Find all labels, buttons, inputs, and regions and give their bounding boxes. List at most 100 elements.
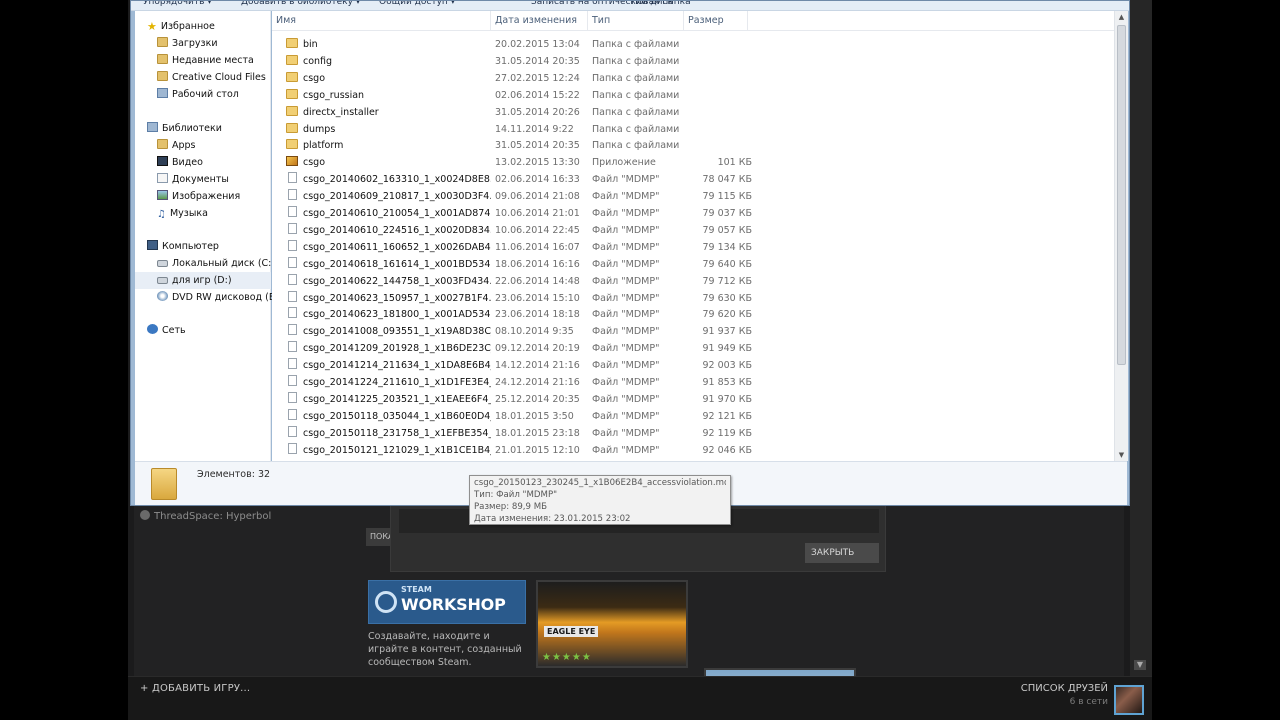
toolbar-item[interactable]: Упорядочить ▾ xyxy=(143,1,212,7)
file-row[interactable]: csgo_20140623_150957_1_x0027B1F4.md... 23… xyxy=(272,290,1114,307)
workshop-tile[interactable]: STEAM WORKSHOP Создавайте, находите и иг… xyxy=(368,580,526,672)
file-row[interactable]: csgo_20141224_211610_1_x1D1FE3E4_acc... 2… xyxy=(272,374,1114,391)
nav-item[interactable]: Видео xyxy=(135,154,203,171)
column-header-size[interactable]: Размер xyxy=(684,11,748,31)
game-list-item[interactable]: ThreadSpace: Hyperbol xyxy=(140,510,271,522)
file-type-cell: Папка с файлами xyxy=(592,123,680,135)
nav-item-label: Недавние места xyxy=(172,55,254,66)
scrollbar-thumb[interactable] xyxy=(1117,25,1126,365)
toolbar-item[interactable]: Общий доступ ▾ xyxy=(379,1,455,7)
close-button[interactable]: ЗАКРЫТЬ xyxy=(805,543,879,563)
scroll-down-icon[interactable]: ▼ xyxy=(1134,660,1146,670)
file-tooltip: csgo_20150123_230245_1_x1B06E2B4_accessv… xyxy=(469,475,731,525)
nav-item[interactable]: Компьютер xyxy=(135,238,219,255)
file-icon xyxy=(288,172,297,184)
avatar[interactable] xyxy=(1114,685,1144,715)
computer-icon xyxy=(147,240,158,250)
file-row[interactable]: csgo_20140611_160652_1_x0026DAB4.md... 11… xyxy=(272,239,1114,256)
file-row[interactable]: csgo_20140623_181800_1_x001AD534.md... 23… xyxy=(272,306,1114,323)
file-type-cell: Папка с файлами xyxy=(592,55,680,67)
file-row[interactable]: csgo 27.02.2015 12:24 Папка с файлами xyxy=(272,70,1114,87)
workshop-banner[interactable]: STEAM WORKSHOP xyxy=(368,580,526,624)
file-type-cell: Файл "MDMP" xyxy=(592,427,660,439)
scroll-down-icon[interactable]: ▼ xyxy=(1115,449,1128,461)
file-row[interactable]: csgo_20141225_203521_1_x1EAEE6F4_acc... 2… xyxy=(272,391,1114,408)
file-row[interactable]: csgo_20141214_211634_1_x1DA8E6B4_acc... 1… xyxy=(272,357,1114,374)
file-row[interactable]: csgo_20140609_210817_1_x0030D3F4.md... 09… xyxy=(272,188,1114,205)
file-size-cell: 91 949 КБ xyxy=(702,343,752,355)
file-name-cell: csgo_20141214_211634_1_x1DA8E6B4_acc... xyxy=(286,357,491,374)
file-name-cell: csgo_20150118_035044_1_x1B60E0D4_acc... xyxy=(286,408,491,425)
file-row[interactable]: bin 20.02.2015 13:04 Папка с файлами xyxy=(272,36,1114,53)
nav-item[interactable]: Документы xyxy=(135,171,229,188)
nav-item[interactable]: Локальный диск (C:) xyxy=(135,255,275,272)
folder-icon xyxy=(286,38,298,48)
file-date-cell: 31.05.2014 20:35 xyxy=(495,55,580,67)
workshop-steam-word: STEAM xyxy=(401,585,432,594)
file-date-cell: 21.01.2015 12:10 xyxy=(495,444,580,456)
scroll-up-icon[interactable]: ▲ xyxy=(1115,11,1128,23)
file-type-cell: Файл "MDMP" xyxy=(592,191,660,203)
file-name-cell: csgo xyxy=(286,70,491,87)
column-header-type[interactable]: Тип xyxy=(588,11,684,31)
nav-item-label: Документы xyxy=(172,174,229,185)
nav-item[interactable]: для игр (D:) xyxy=(135,272,271,289)
file-name: csgo_russian xyxy=(303,89,365,101)
file-row[interactable]: dumps 14.11.2014 9:22 Папка с файлами xyxy=(272,121,1114,138)
file-type-cell: Папка с файлами xyxy=(592,72,680,84)
file-name: csgo_20141214_211634_1_x1DA8E6B4_acc... xyxy=(303,360,491,372)
file-row[interactable]: csgo_20150118_035044_1_x1B60E0D4_acc... 1… xyxy=(272,408,1114,425)
toolbar-item[interactable]: Добавить в библиотеку ▾ xyxy=(241,1,360,7)
nav-item-label: Библиотеки xyxy=(162,123,222,134)
file-row[interactable]: csgo_20140610_224516_1_x0020D834.md... 10… xyxy=(272,222,1114,239)
file-name: csgo_20141008_093551_1_x19A8D38C_acc... xyxy=(303,326,491,338)
file-type-cell: Файл "MDMP" xyxy=(592,410,660,422)
file-row[interactable]: csgo_20140622_144758_1_x003FD434.md... 22… xyxy=(272,273,1114,290)
file-size-cell: 79 134 КБ xyxy=(702,241,752,253)
friends-list-button[interactable]: СПИСОК ДРУЗЕЙ xyxy=(1021,683,1108,694)
nav-item[interactable]: Сеть xyxy=(135,322,186,339)
nav-item-label: Apps xyxy=(172,140,196,151)
column-header-date[interactable]: Дата изменения xyxy=(491,11,588,31)
file-row[interactable]: csgo_20140602_163310_1_x0024D8E8.md... 02… xyxy=(272,171,1114,188)
file-date-cell: 09.06.2014 21:08 xyxy=(495,191,580,203)
nav-item[interactable]: Изображения xyxy=(135,188,240,205)
file-row[interactable]: config 31.05.2014 20:35 Папка с файлами xyxy=(272,53,1114,70)
file-row[interactable]: directx_installer 31.05.2014 20:26 Папка с… xyxy=(272,104,1114,121)
file-date-cell: 31.05.2014 20:35 xyxy=(495,140,580,152)
file-row[interactable]: csgo_russian 02.06.2014 15:22 Папка с файл… xyxy=(272,87,1114,104)
file-date-cell: 22.06.2014 14:48 xyxy=(495,275,580,287)
steam-scrollbar[interactable]: ▼ xyxy=(1130,0,1152,676)
workshop-item-thumbnail[interactable]: EAGLE EYE ★★★★★ xyxy=(536,580,688,668)
column-header-name[interactable]: Имя xyxy=(272,11,491,31)
file-icon xyxy=(288,425,297,437)
nav-item-label: Локальный диск (C:) xyxy=(172,258,276,269)
file-type-cell: Файл "MDMP" xyxy=(592,258,660,270)
tooltip-type: Тип: Файл "MDMP" xyxy=(474,490,558,500)
file-name: dumps xyxy=(303,123,336,135)
file-row[interactable]: csgo 13.02.2015 13:30 Приложение 101 КБ xyxy=(272,154,1114,171)
nav-item[interactable]: DVD RW дисковод (E:) xyxy=(135,289,282,306)
nav-item[interactable]: Рабочий стол xyxy=(135,86,239,103)
file-name: csgo_20141224_211610_1_x1D1FE3E4_acc... xyxy=(303,377,491,388)
file-row[interactable]: csgo_20150121_121029_1_x1B1CE1B4_acc... 2… xyxy=(272,442,1114,459)
nav-item[interactable]: Недавние места xyxy=(135,52,254,69)
file-row[interactable]: csgo_20140610_210054_1_x001AD874.md... 10… xyxy=(272,205,1114,222)
file-row[interactable]: csgo_20150118_231758_1_x1EFBE354_acc... 1… xyxy=(272,425,1114,442)
column-header-row: Имя Дата изменения Тип Размер xyxy=(272,11,1114,31)
nav-item[interactable]: Загрузки xyxy=(135,35,218,52)
add-game-button[interactable]: + ДОБАВИТЬ ИГРУ... xyxy=(140,683,250,694)
folder-icon xyxy=(157,71,168,81)
file-row[interactable]: platform 31.05.2014 20:35 Папка с файлами xyxy=(272,137,1114,154)
toolbar-item[interactable]: Новая папка xyxy=(631,1,691,7)
file-name: csgo_20140623_150957_1_x0027B1F4.md... xyxy=(303,292,491,304)
nav-item[interactable]: Apps xyxy=(135,137,196,154)
file-row[interactable]: csgo_20141008_093551_1_x19A8D38C_acc... 0… xyxy=(272,323,1114,340)
file-list-scrollbar[interactable]: ▲ ▼ xyxy=(1114,11,1128,461)
nav-item[interactable]: Библиотеки xyxy=(135,120,222,137)
file-row[interactable]: csgo_20140618_161614_1_x001BD534.md... 18… xyxy=(272,256,1114,273)
nav-item[interactable]: ♫ Музыка xyxy=(135,205,208,222)
file-row[interactable]: csgo_20141209_201928_1_x1B6DE23C_acc... 0… xyxy=(272,340,1114,357)
nav-item[interactable]: Creative Cloud Files xyxy=(135,69,266,86)
nav-item[interactable]: ★ Избранное xyxy=(135,18,215,35)
